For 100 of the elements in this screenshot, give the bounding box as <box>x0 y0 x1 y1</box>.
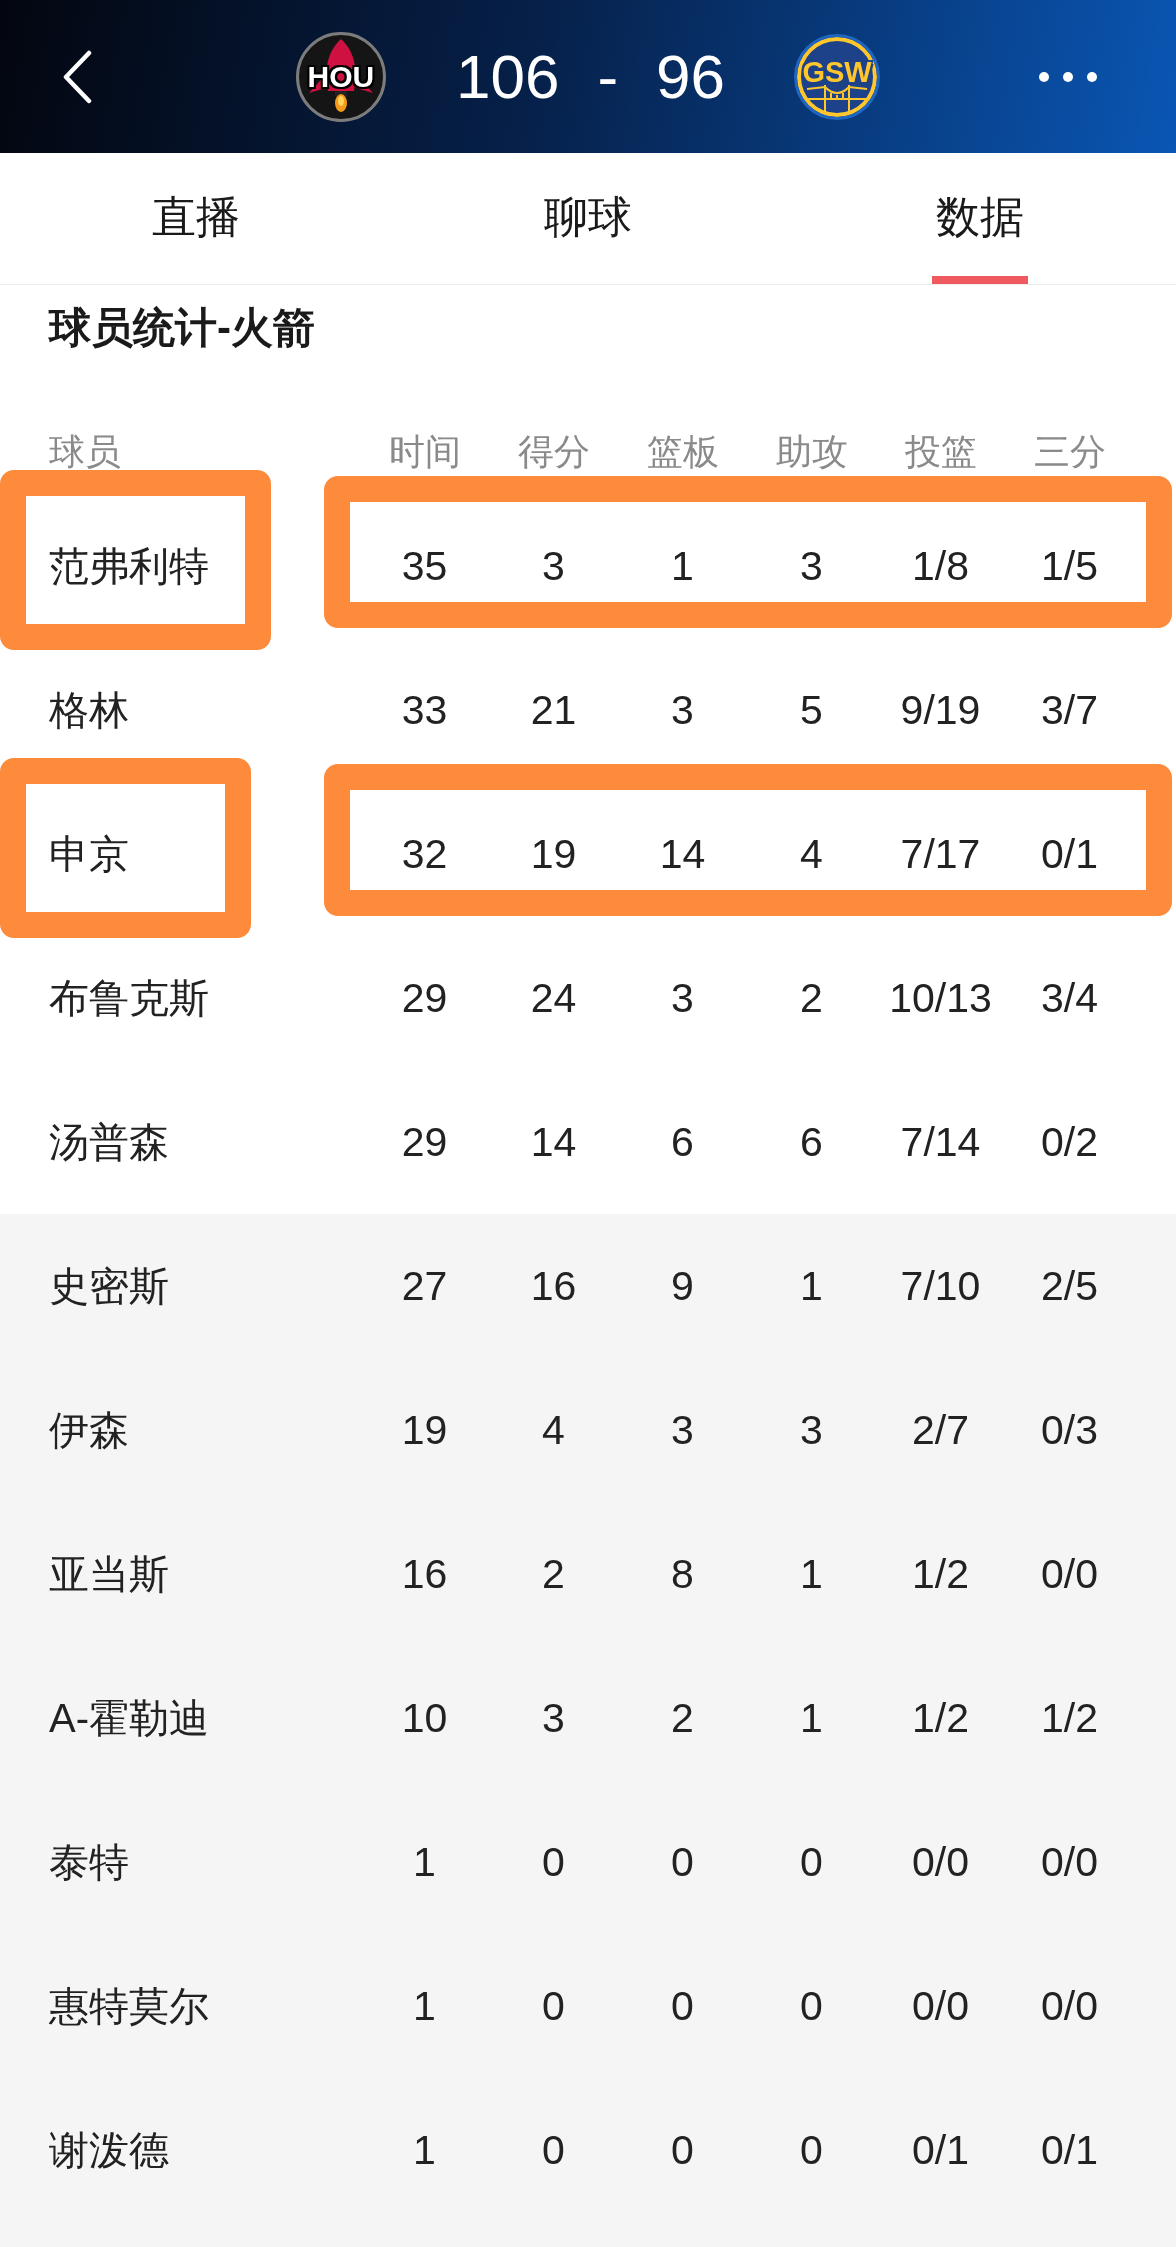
stat-cell: 1/2 <box>912 1694 969 1742</box>
stat-cell: 1 <box>800 1262 823 1310</box>
column-header: 得分 <box>517 430 590 474</box>
stat-cell: 16 <box>401 1550 448 1598</box>
stat-cell: 0/1 <box>912 2126 969 2174</box>
player-name: 范弗利特 <box>49 543 209 590</box>
player-name: 谢泼德 <box>49 2127 169 2174</box>
stat-cell: 0/0 <box>1041 1838 1098 1886</box>
player-name: 泰特 <box>49 1839 129 1886</box>
stat-cell: 0 <box>671 1982 694 2030</box>
stat-cell: 10 <box>401 1694 448 1742</box>
away-score: 96 <box>656 45 726 108</box>
column-header: 时间 <box>388 430 461 474</box>
stat-cell: 7/17 <box>900 830 981 878</box>
column-header: 助攻 <box>775 430 848 474</box>
stat-cell: 4 <box>800 830 823 878</box>
tab[interactable]: 直播 <box>0 153 392 284</box>
stat-cell: 29 <box>401 974 448 1022</box>
stat-cell: 1/5 <box>1041 542 1098 590</box>
stat-cell: 1/2 <box>912 1550 969 1598</box>
player-name: 亚当斯 <box>49 1551 169 1598</box>
stat-cell: 3 <box>671 1406 694 1454</box>
stat-cell: 7/10 <box>900 1262 981 1310</box>
stat-cell: 19 <box>530 830 577 878</box>
player-name: 汤普森 <box>49 1119 169 1166</box>
stat-cell: 0/3 <box>1041 1406 1098 1454</box>
stat-cell: 0 <box>542 1982 565 2030</box>
stat-cell: 0/0 <box>912 1838 969 1886</box>
stat-cell: 3/7 <box>1041 686 1098 734</box>
stat-cell: 1 <box>413 2126 436 2174</box>
stat-cell: 6 <box>800 1118 823 1166</box>
stat-cell: 3 <box>671 686 694 734</box>
player-name: 布鲁克斯 <box>49 975 209 1022</box>
column-header: 三分 <box>1033 430 1106 474</box>
stat-cell: 3 <box>542 542 565 590</box>
stat-cell: 0/0 <box>1041 1982 1098 2030</box>
back-icon <box>62 49 92 104</box>
stat-cell: 33 <box>401 686 448 734</box>
player-name: 申京 <box>49 831 129 878</box>
stat-cell: 0 <box>800 2126 823 2174</box>
player-name: 伊森 <box>49 1407 129 1454</box>
stat-cell: 21 <box>530 686 577 734</box>
player-name: A-霍勒迪 <box>49 1695 209 1742</box>
stat-cell: 1 <box>671 542 694 590</box>
stat-cell: 14 <box>530 1118 577 1166</box>
column-header: 球员 <box>49 430 121 474</box>
stat-cell: 3 <box>800 1406 823 1454</box>
stat-cell: 1/8 <box>912 542 969 590</box>
player-name: 惠特莫尔 <box>49 1983 209 2030</box>
team-abbreviation: GSW <box>802 58 872 87</box>
stat-cell: 4 <box>542 1406 565 1454</box>
tab[interactable]: 聊球 <box>392 153 784 284</box>
stat-cell: 3 <box>800 542 823 590</box>
stat-cell: 1/2 <box>1041 1694 1098 1742</box>
stat-cell: 0 <box>671 2126 694 2174</box>
stat-cell: 35 <box>401 542 448 590</box>
bridge-icon <box>807 84 868 111</box>
section-title: 球员统计-火箭 <box>49 303 315 353</box>
stat-cell: 1 <box>413 1838 436 1886</box>
home-score: 106 <box>455 45 560 108</box>
stat-cell: 1 <box>800 1550 823 1598</box>
stat-cell: 2/5 <box>1041 1262 1098 1310</box>
stat-cell: 2 <box>542 1550 565 1598</box>
stat-cell: 9/19 <box>900 686 981 734</box>
stat-cell: 1 <box>800 1694 823 1742</box>
stat-cell: 0 <box>800 1838 823 1886</box>
stat-cell: 10/13 <box>889 974 992 1022</box>
stat-cell: 14 <box>659 830 706 878</box>
more-icon <box>1038 70 1098 83</box>
stat-cell: 0/1 <box>1041 2126 1098 2174</box>
stat-cell: 8 <box>671 1550 694 1598</box>
tab[interactable]: 数据 <box>784 153 1176 284</box>
player-name: 格林 <box>49 687 129 734</box>
stat-cell: 24 <box>530 974 577 1022</box>
stat-cell: 19 <box>401 1406 448 1454</box>
stat-cell: 29 <box>401 1118 448 1166</box>
stat-cell: 32 <box>401 830 448 878</box>
player-name: 史密斯 <box>49 1263 169 1310</box>
stat-cell: 3/4 <box>1041 974 1098 1022</box>
stat-cell: 0 <box>542 1838 565 1886</box>
stat-cell: 0 <box>542 2126 565 2174</box>
stat-cell: 0/1 <box>1041 830 1098 878</box>
score-separator: - <box>597 45 619 108</box>
stat-cell: 7/14 <box>900 1118 981 1166</box>
stat-cell: 16 <box>530 1262 577 1310</box>
stat-cell: 3 <box>542 1694 565 1742</box>
stat-cell: 0 <box>671 1838 694 1886</box>
column-header: 投篮 <box>904 430 977 474</box>
stat-cell: 9 <box>671 1262 694 1310</box>
stat-cell: 27 <box>401 1262 448 1310</box>
stat-cell: 2/7 <box>912 1406 969 1454</box>
stat-cell: 0/0 <box>912 1982 969 2030</box>
stat-cell: 3 <box>671 974 694 1022</box>
stat-cell: 5 <box>800 686 823 734</box>
stat-cell: 0/0 <box>1041 1550 1098 1598</box>
stat-cell: 1 <box>413 1982 436 2030</box>
column-header: 篮板 <box>646 430 719 474</box>
stat-cell: 0 <box>800 1982 823 2030</box>
stat-cell: 2 <box>671 1694 694 1742</box>
stat-cell: 2 <box>800 974 823 1022</box>
